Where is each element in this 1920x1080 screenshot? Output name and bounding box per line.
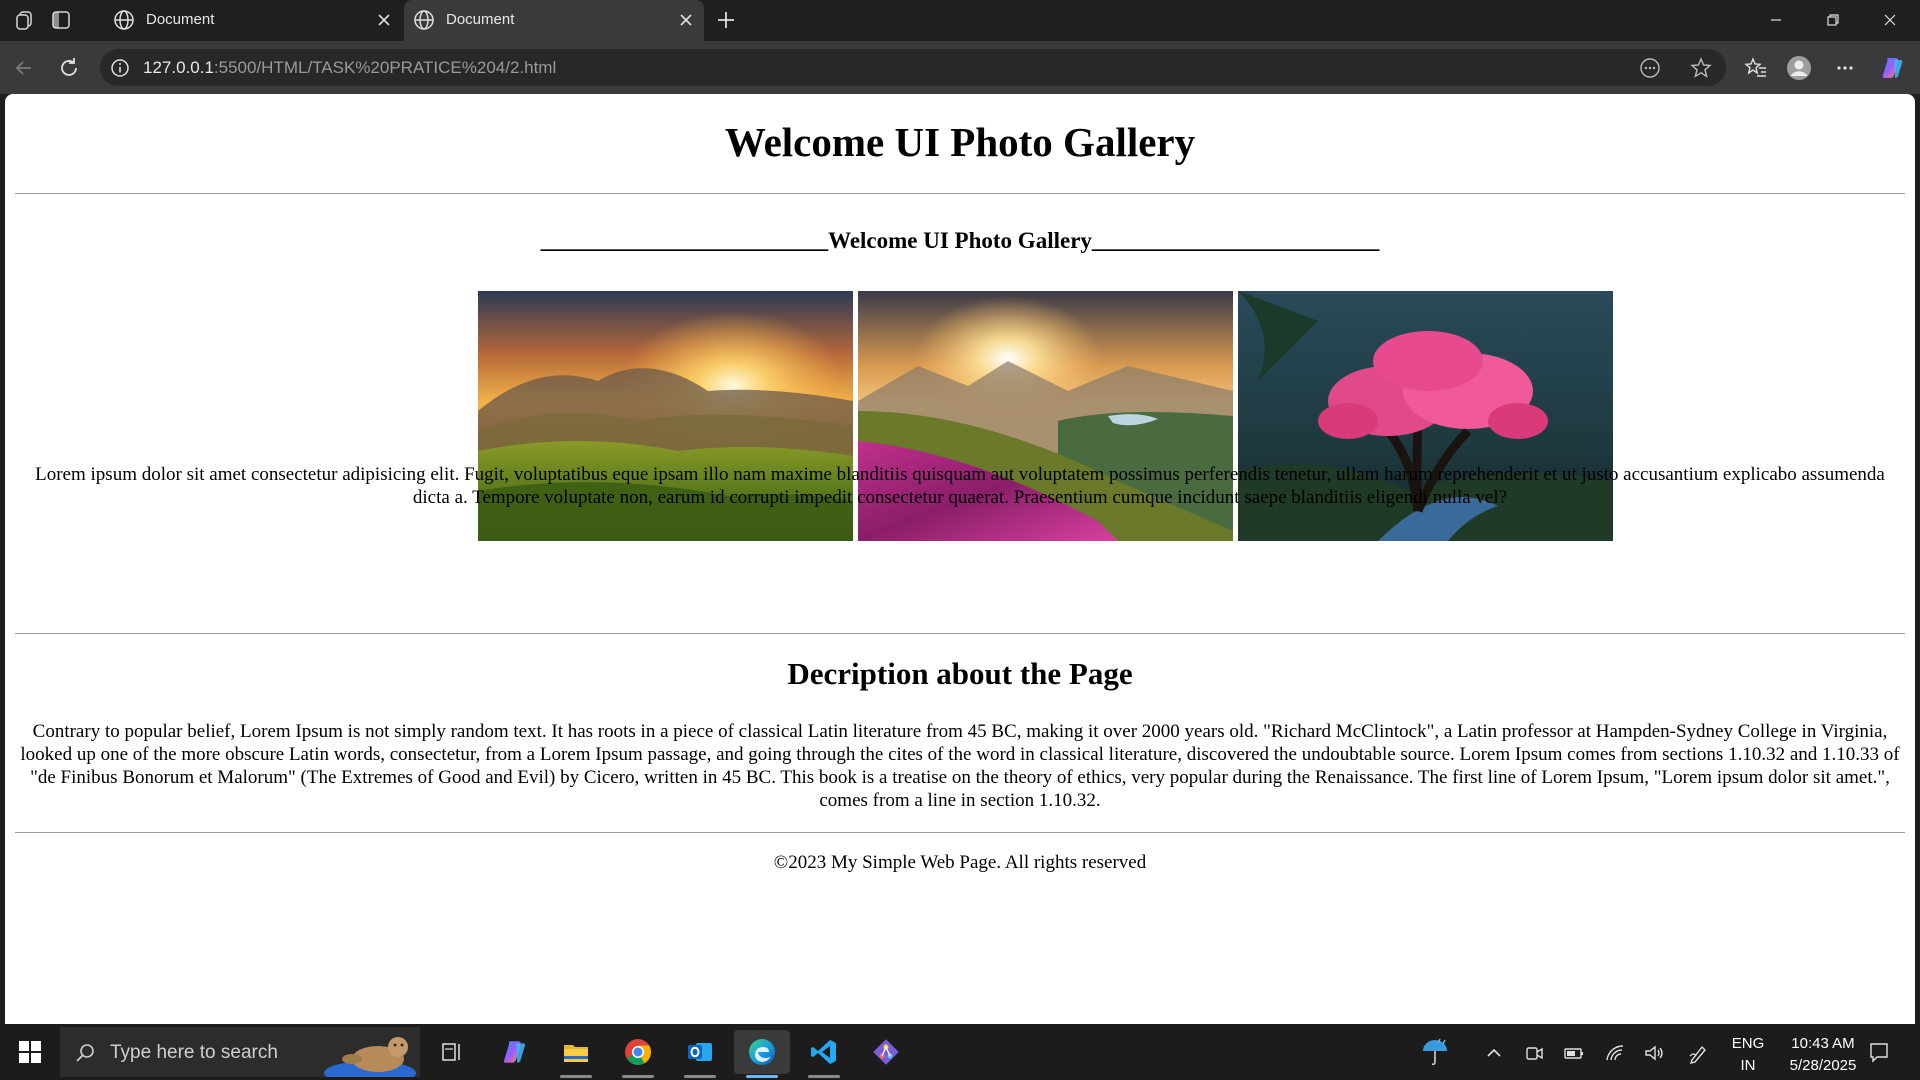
divider: [15, 633, 1905, 634]
search-highlight-otter-icon[interactable]: [322, 1029, 418, 1077]
tab-document-1[interactable]: Document: [104, 0, 402, 41]
chevron-up-icon[interactable]: [1483, 1042, 1505, 1064]
wifi-icon[interactable]: [1604, 1042, 1626, 1064]
vertical-tabs-icon[interactable]: [49, 8, 73, 32]
tab-title: Document: [446, 11, 515, 28]
taskbar-search-box[interactable]: Type here to search: [60, 1027, 420, 1077]
address-bar[interactable]: 127.0.0.1:5500/HTML/TASK%20PRATICE%204/2…: [100, 49, 1726, 86]
vscode-button[interactable]: [796, 1030, 852, 1078]
url-path: :5500/HTML/TASK%20PRATICE%204/2.html: [213, 58, 557, 77]
new-tab-icon[interactable]: [714, 8, 738, 32]
search-placeholder: Type here to search: [110, 1042, 278, 1063]
windows-taskbar: Type here to search ENG IN 10:43 AM 5/28…: [0, 1024, 1920, 1080]
tab-document-2[interactable]: Document: [404, 0, 704, 41]
copilot-icon: [504, 1041, 526, 1063]
outlook-button[interactable]: [672, 1030, 728, 1078]
region-indicator[interactable]: IN: [1730, 1057, 1766, 1074]
clock-time[interactable]: 10:43 AM: [1768, 1035, 1878, 1052]
more-options-icon[interactable]: [1831, 54, 1859, 82]
workspaces-icon[interactable]: [13, 8, 37, 32]
browser-title-bar: Document Document: [0, 0, 1920, 41]
battery-icon[interactable]: [1563, 1042, 1585, 1064]
description-heading: Decription about the Page: [787, 656, 1133, 691]
divider: [15, 193, 1905, 194]
refresh-icon[interactable]: [56, 55, 82, 81]
outlook-icon: [688, 1043, 712, 1061]
chrome-icon: [625, 1039, 652, 1065]
close-window-icon[interactable]: [1878, 8, 1902, 32]
close-tab-icon[interactable]: [678, 12, 694, 28]
speaker-volume-icon[interactable]: [1643, 1042, 1665, 1064]
language-indicator[interactable]: ENG: [1730, 1035, 1766, 1052]
windows-start-icon[interactable]: [18, 1040, 42, 1064]
edge-button[interactable]: [734, 1030, 790, 1078]
description-paragraph: Contrary to popular belief, Lorem Ipsum …: [20, 721, 1900, 811]
page-title: Welcome UI Photo Gallery: [724, 119, 1196, 165]
minimize-icon[interactable]: [1764, 8, 1788, 32]
task-view-icon: [442, 1043, 460, 1061]
url-text[interactable]: 127.0.0.1:5500/HTML/TASK%20PRATICE%204/2…: [143, 58, 556, 78]
tab-title: Document: [146, 11, 215, 28]
edge-icon: [749, 1039, 775, 1065]
site-info-icon[interactable]: [110, 58, 130, 78]
restore-icon[interactable]: [1821, 8, 1845, 32]
globe-icon: [414, 10, 434, 30]
search-icon: [76, 1044, 94, 1062]
favorites-icon[interactable]: [1742, 54, 1770, 82]
footer-copyright: ©2023 My Simple Web Page. All rights res…: [773, 852, 1147, 873]
url-host: 127.0.0.1: [143, 58, 214, 77]
globe-icon: [114, 10, 134, 30]
notifications-icon[interactable]: [1868, 1041, 1890, 1063]
pen-ink-workspace-icon[interactable]: [1688, 1042, 1710, 1064]
reading-mode-icon[interactable]: [1638, 56, 1662, 80]
page-viewport: Welcome UI Photo Gallery _______________…: [5, 94, 1915, 1024]
back-arrow-icon[interactable]: [11, 55, 37, 81]
task-view-button[interactable]: [424, 1030, 480, 1074]
close-tab-icon[interactable]: [376, 12, 392, 28]
intro-paragraph: Lorem ipsum dolor sit amet consectetur a…: [35, 464, 1885, 508]
file-explorer-button[interactable]: [548, 1030, 604, 1078]
vscode-icon: [811, 1040, 836, 1064]
gallery-subheading: _________________________Welcome UI Phot…: [540, 228, 1380, 253]
clock-date[interactable]: 5/28/2025: [1768, 1057, 1878, 1074]
chrome-button[interactable]: [610, 1030, 666, 1078]
copilot-icon[interactable]: [1878, 54, 1906, 82]
meet-now-camera-icon[interactable]: [1523, 1042, 1545, 1064]
weather-rain-umbrella-icon[interactable]: [1420, 1036, 1450, 1068]
divider: [15, 832, 1905, 833]
profile-avatar-icon[interactable]: [1785, 54, 1813, 82]
copilot-app-button[interactable]: [486, 1030, 542, 1074]
browser-toolbar: 127.0.0.1:5500/HTML/TASK%20PRATICE%204/2…: [0, 41, 1920, 94]
folder-icon: [564, 1045, 588, 1062]
git-icon: [873, 1039, 899, 1065]
favorite-star-icon[interactable]: [1689, 56, 1713, 80]
git-app-button[interactable]: [858, 1030, 914, 1074]
